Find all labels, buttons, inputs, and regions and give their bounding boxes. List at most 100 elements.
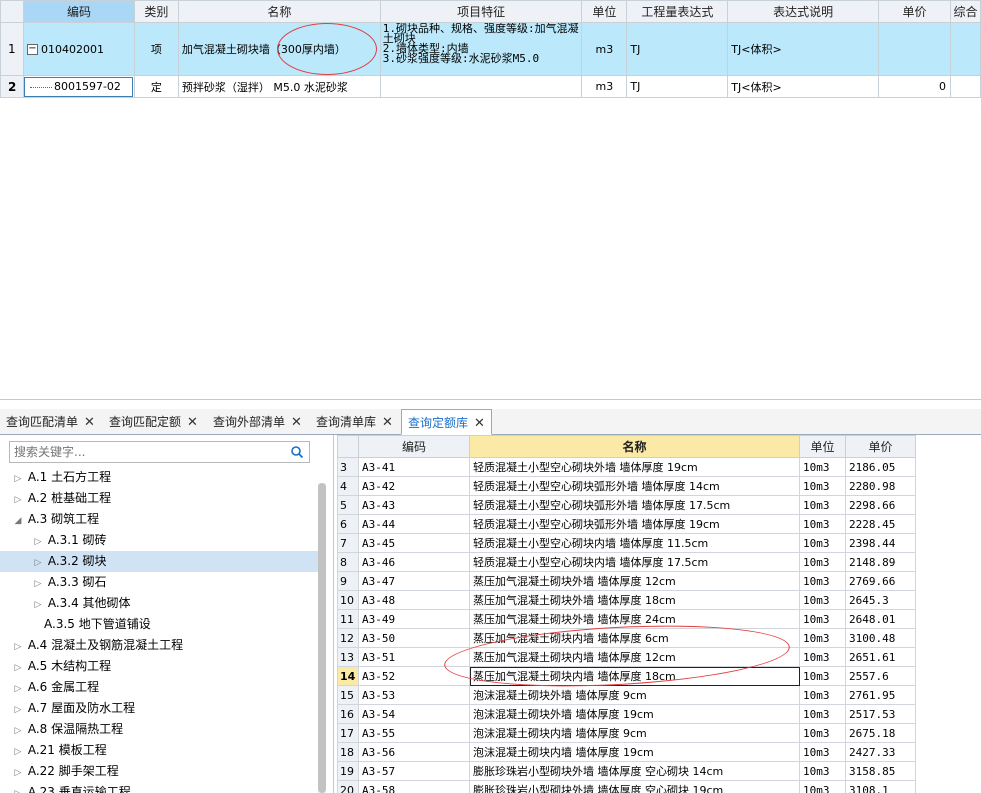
type-cell[interactable]: 定 <box>133 75 179 98</box>
close-icon[interactable]: ✕ <box>84 415 95 430</box>
tab-match-bill[interactable]: 查询匹配清单 ✕ <box>0 409 103 435</box>
price-cell[interactable] <box>878 22 951 76</box>
tree-node-a23[interactable]: ▷ A.23 垂直运输工程 <box>0 782 318 793</box>
column-header-unit[interactable]: 单位 <box>581 0 628 23</box>
table-row[interactable]: 4 A3-42 轻质混凝土小型空心砌块弧形外墙 墙体厚度 14cm 10m3 2280.… <box>337 476 916 496</box>
table-row[interactable]: 8 A3-46 轻质混凝土小型空心砌块内墙 墙体厚度 17.5cm 10m3 2148.… <box>337 552 916 572</box>
table-row[interactable]: 5 A3-43 轻质混凝土小型空心砌块弧形外墙 墙体厚度 17.5cm 10m3 229… <box>337 495 916 515</box>
price-cell[interactable]: 0 <box>878 75 951 98</box>
price-cell[interactable]: 2398.44 <box>845 533 916 553</box>
column-header-price[interactable]: 单价 <box>878 0 951 23</box>
price-cell[interactable]: 2517.53 <box>845 704 916 724</box>
unit-cell[interactable]: 10m3 <box>799 476 846 496</box>
name-cell[interactable]: 轻质混凝土小型空心砌块内墙 墙体厚度 17.5cm <box>469 552 800 572</box>
table-row[interactable]: 14 A3-52 蒸压加气混凝土砌块内墙 墙体厚度 18cm 10m3 2557.6 <box>337 666 916 686</box>
price-cell[interactable]: 2427.33 <box>845 742 916 762</box>
column-header-name[interactable]: 名称 <box>177 0 381 23</box>
code-cell[interactable]: A3-56 <box>358 742 470 762</box>
expr-desc-cell[interactable]: TJ<体积> <box>727 75 880 98</box>
column-header-composite[interactable]: 综合 <box>949 0 981 23</box>
name-cell[interactable]: 轻质混凝土小型空心砌块弧形外墙 墙体厚度 19cm <box>469 514 800 534</box>
unit-cell[interactable]: 10m3 <box>799 457 846 477</box>
code-cell[interactable]: A3-42 <box>358 476 470 496</box>
price-cell[interactable]: 2148.89 <box>845 552 916 572</box>
name-cell[interactable]: 加气混凝土砌块墙（300厚内墙） <box>177 22 381 76</box>
tree-node-a3-1[interactable]: ▷ A.3.1 砌砖 <box>0 530 318 551</box>
column-header-code[interactable]: 编码 <box>22 0 135 23</box>
expand-icon[interactable]: ▷ <box>12 742 24 763</box>
search-input[interactable] <box>10 442 280 462</box>
code-cell[interactable]: A3-51 <box>358 647 470 667</box>
name-cell[interactable]: 膨胀珍珠岩小型砌块外墙 墙体厚度 空心砌块 14cm <box>469 761 800 781</box>
code-cell[interactable]: 8001597-02 <box>22 75 135 98</box>
price-cell[interactable]: 3100.48 <box>845 628 916 648</box>
code-cell[interactable]: A3-45 <box>358 533 470 553</box>
price-cell[interactable]: 2648.01 <box>845 609 916 629</box>
name-cell[interactable]: 泡沫混凝土砌块外墙 墙体厚度 19cm <box>469 704 800 724</box>
unit-cell[interactable]: 10m3 <box>799 590 846 610</box>
unit-cell[interactable]: 10m3 <box>799 723 846 743</box>
price-cell[interactable]: 2557.6 <box>845 666 916 686</box>
tree-node-a21[interactable]: ▷ A.21 模板工程 <box>0 740 318 761</box>
tree-node-a3-5[interactable]: A.3.5 地下管道铺设 <box>0 614 318 635</box>
tree-node-a3[interactable]: ◢ A.3 砌筑工程 <box>0 509 318 530</box>
tree-scrollbar[interactable] <box>318 483 326 793</box>
tree-node-a8[interactable]: ▷ A.8 保温隔热工程 <box>0 719 318 740</box>
name-cell[interactable]: 泡沫混凝土砌块内墙 墙体厚度 9cm <box>469 723 800 743</box>
expr-cell[interactable]: TJ <box>626 75 729 98</box>
expand-icon[interactable]: ▷ <box>12 637 24 658</box>
unit-cell[interactable]: 10m3 <box>799 666 846 686</box>
code-cell[interactable]: A3-41 <box>358 457 470 477</box>
table-row[interactable]: 11 A3-49 蒸压加气混凝土砌块外墙 墙体厚度 24cm 10m3 2648.01 <box>337 609 916 629</box>
composite-cell[interactable] <box>949 22 981 76</box>
expand-icon[interactable]: ▷ <box>12 763 24 784</box>
code-cell[interactable]: − 010402001 <box>22 22 135 76</box>
unit-cell[interactable]: 10m3 <box>799 647 846 667</box>
expand-icon[interactable]: ▷ <box>12 784 24 793</box>
tree-node-a6[interactable]: ▷ A.6 金属工程 <box>0 677 318 698</box>
price-cell[interactable]: 2651.61 <box>845 647 916 667</box>
tree-node-a3-4[interactable]: ▷ A.3.4 其他砌体 <box>0 593 318 614</box>
name-cell[interactable]: 蒸压加气混凝土砌块内墙 墙体厚度 12cm <box>469 647 800 667</box>
scrollbar-thumb[interactable] <box>318 483 326 793</box>
price-cell[interactable]: 2645.3 <box>845 590 916 610</box>
price-cell[interactable]: 2228.45 <box>845 514 916 534</box>
feature-cell[interactable]: 1.砌块品种、规格、强度等级:加气混凝土砌块 2.墙体类型:内墙 3.砂浆强度等级:… <box>379 22 583 76</box>
expand-icon[interactable]: ▷ <box>32 595 44 616</box>
table-row[interactable]: 20 A3-58 膨胀珍珠岩小型砌块外墙 墙体厚度 空心砌块 19cm 10m3 310… <box>337 780 916 793</box>
name-cell[interactable]: 轻质混凝土小型空心砌块外墙 墙体厚度 19cm <box>469 457 800 477</box>
code-cell[interactable]: A3-46 <box>358 552 470 572</box>
type-cell[interactable]: 项 <box>133 22 179 76</box>
tab-quota-library[interactable]: 查询定额库 ✕ <box>401 409 492 435</box>
column-header-unit[interactable]: 单位 <box>799 435 846 458</box>
price-cell[interactable]: 2675.18 <box>845 723 916 743</box>
table-row[interactable]: 6 A3-44 轻质混凝土小型空心砌块弧形外墙 墙体厚度 19cm 10m3 2228.… <box>337 514 916 534</box>
close-icon[interactable]: ✕ <box>187 415 198 430</box>
name-cell[interactable]: 泡沫混凝土砌块内墙 墙体厚度 19cm <box>469 742 800 762</box>
expand-icon[interactable]: ▷ <box>32 553 44 574</box>
unit-cell[interactable]: m3 <box>581 22 628 76</box>
code-cell[interactable]: A3-44 <box>358 514 470 534</box>
tree-node-a7[interactable]: ▷ A.7 屋面及防水工程 <box>0 698 318 719</box>
expand-icon[interactable]: ▷ <box>32 574 44 595</box>
unit-cell[interactable]: m3 <box>581 75 628 98</box>
name-cell[interactable]: 蒸压加气混凝土砌块内墙 墙体厚度 6cm <box>469 628 800 648</box>
table-row[interactable]: 18 A3-56 泡沫混凝土砌块内墙 墙体厚度 19cm 10m3 2427.33 <box>337 742 916 762</box>
close-icon[interactable]: ✕ <box>474 416 485 431</box>
close-icon[interactable]: ✕ <box>291 415 302 430</box>
unit-cell[interactable]: 10m3 <box>799 571 846 591</box>
table-row[interactable]: 1 − 010402001 项 加气混凝土砌块墙（300厚内墙） 1.砌块品种、… <box>0 22 981 76</box>
name-cell[interactable]: 轻质混凝土小型空心砌块弧形外墙 墙体厚度 14cm <box>469 476 800 496</box>
collapse-icon[interactable]: − <box>26 43 38 55</box>
table-row[interactable]: 19 A3-57 膨胀珍珠岩小型砌块外墙 墙体厚度 空心砌块 14cm 10m3 315… <box>337 761 916 781</box>
column-header-expr[interactable]: 工程量表达式 <box>626 0 729 23</box>
unit-cell[interactable]: 10m3 <box>799 495 846 515</box>
tree-node-a1[interactable]: ▷ A.1 土石方工程 <box>0 467 318 488</box>
unit-cell[interactable]: 10m3 <box>799 533 846 553</box>
tree-node-a3-3[interactable]: ▷ A.3.3 砌石 <box>0 572 318 593</box>
tree-node-a22[interactable]: ▷ A.22 脚手架工程 <box>0 761 318 782</box>
code-cell[interactable]: A3-53 <box>358 685 470 705</box>
tree-node-a2[interactable]: ▷ A.2 桩基础工程 <box>0 488 318 509</box>
name-cell[interactable]: 蒸压加气混凝土砌块外墙 墙体厚度 24cm <box>469 609 800 629</box>
unit-cell[interactable]: 10m3 <box>799 685 846 705</box>
